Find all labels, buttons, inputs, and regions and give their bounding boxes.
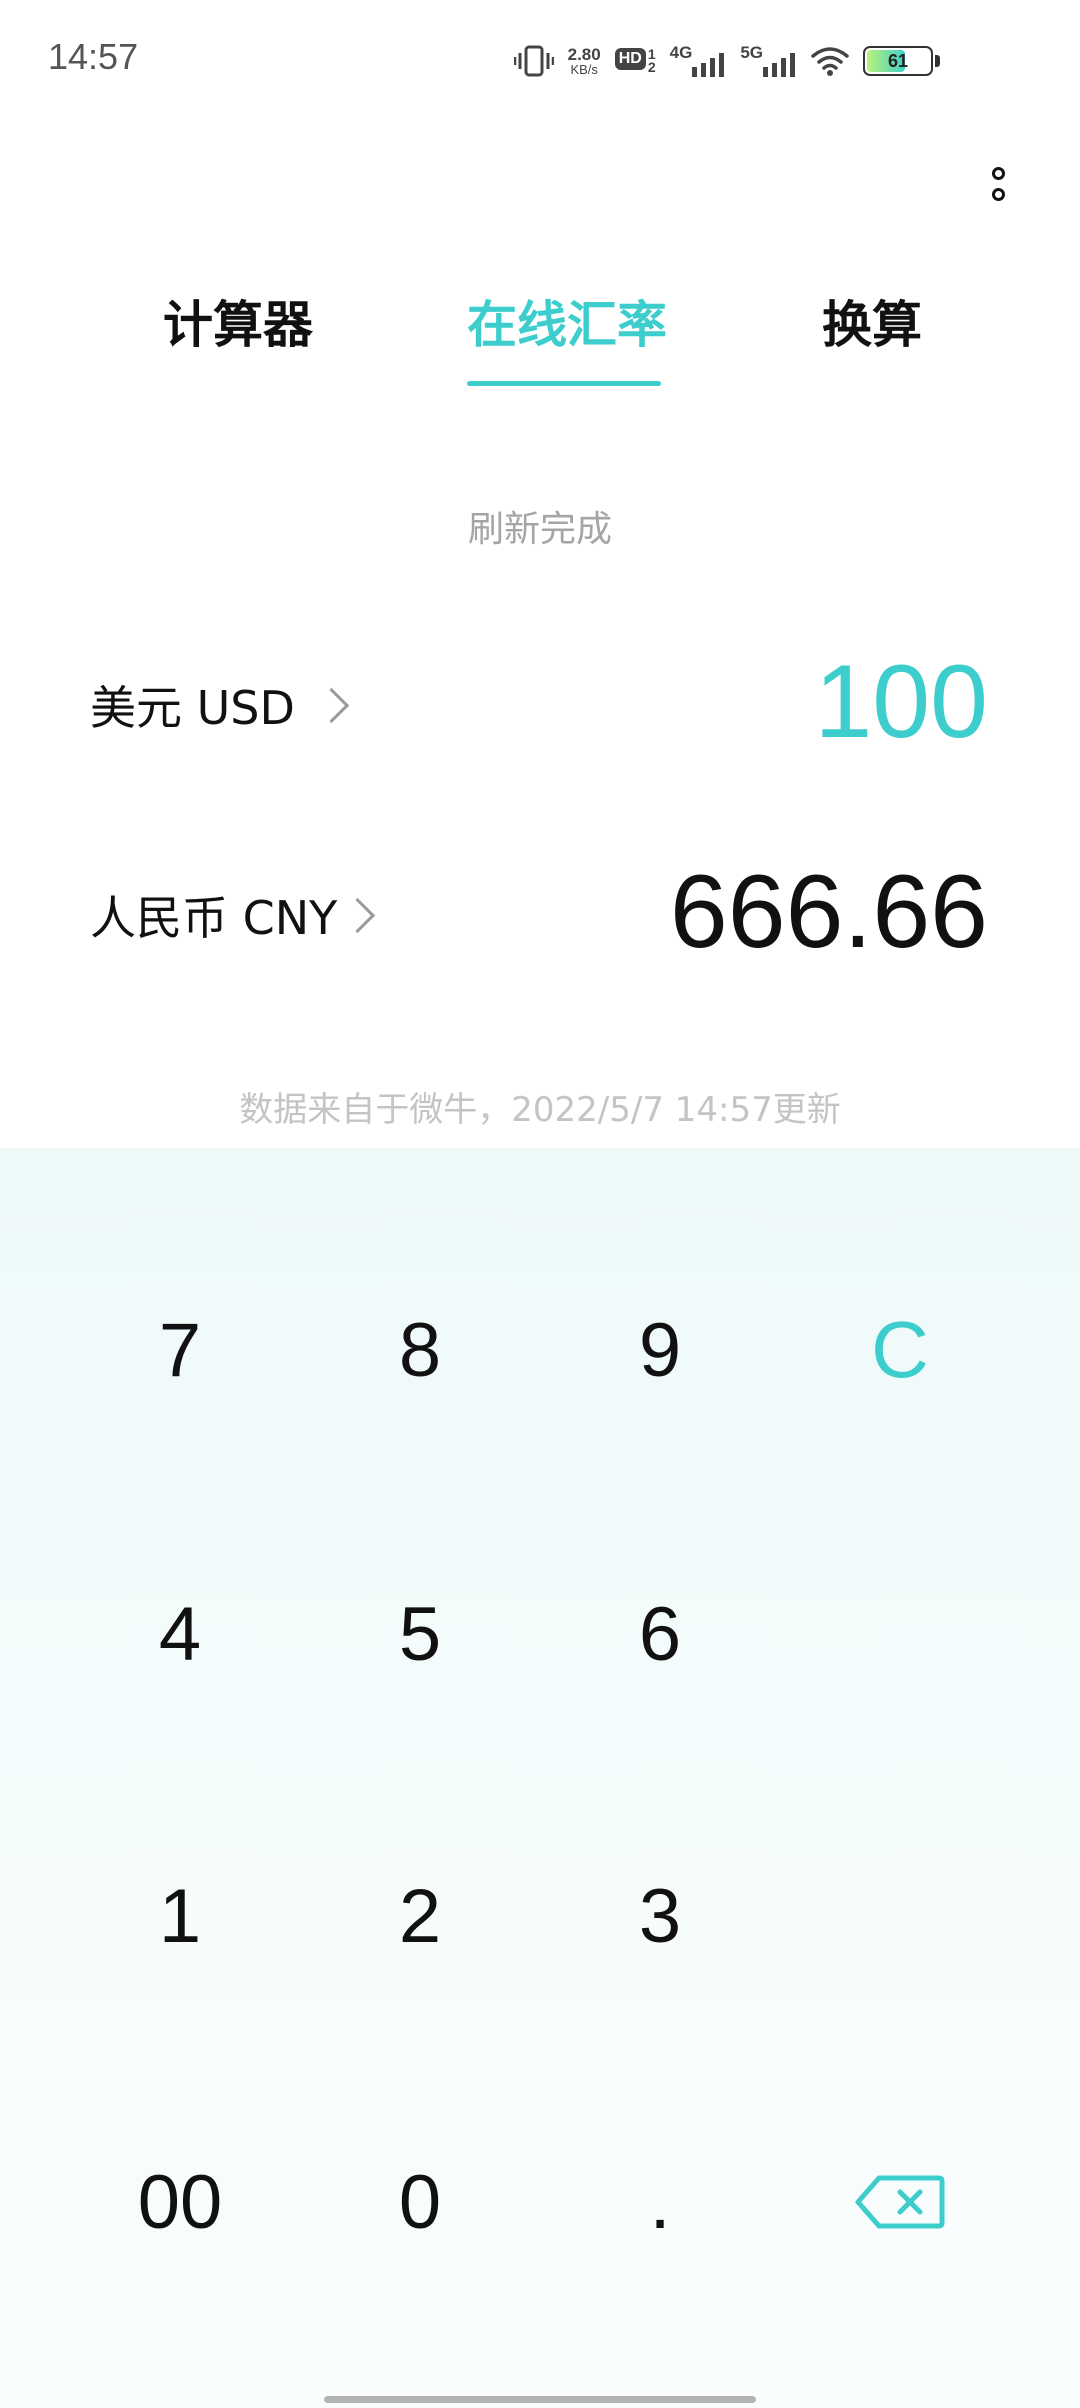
keypad: 7 8 9 C 4 5 6 1 2 3 00 0 . bbox=[0, 1148, 1080, 2408]
tab-calculator[interactable]: 计算器 bbox=[163, 285, 313, 357]
more-options-button[interactable] bbox=[978, 156, 1018, 212]
key-00[interactable]: 00 bbox=[60, 2102, 300, 2302]
wifi-icon bbox=[811, 47, 849, 76]
from-currency-label: 美元 USD bbox=[90, 681, 295, 735]
key-decimal[interactable]: . bbox=[540, 2102, 780, 2302]
signal-5g: 5G bbox=[740, 43, 797, 79]
hd-sim-indicator: HD 1 2 bbox=[614, 47, 656, 75]
to-amount[interactable]: 666.66 bbox=[670, 860, 988, 964]
key-1[interactable]: 1 bbox=[60, 1816, 300, 2016]
network-speed-unit: KB/s bbox=[570, 62, 598, 77]
key-6[interactable]: 6 bbox=[540, 1534, 780, 1734]
home-indicator[interactable] bbox=[324, 2396, 756, 2403]
network-speed: 2.80 KB/s bbox=[568, 46, 601, 76]
status-bar: 14:57 2.80 KB/s HD 1 2 4G 5G 61 bbox=[0, 0, 1080, 120]
chevron-right-icon bbox=[340, 897, 376, 933]
more-dot-icon bbox=[991, 188, 1005, 201]
from-amount[interactable]: 100 bbox=[814, 650, 988, 754]
key-9[interactable]: 9 bbox=[540, 1250, 780, 1450]
to-currency-selector[interactable]: 人民币 CNY bbox=[90, 882, 376, 948]
active-tab-indicator bbox=[467, 381, 661, 386]
key-4[interactable]: 4 bbox=[60, 1534, 300, 1734]
battery-tip bbox=[935, 55, 940, 67]
network-speed-value: 2.80 bbox=[567, 45, 601, 64]
to-currency-label: 人民币 CNY bbox=[90, 891, 338, 945]
key-7[interactable]: 7 bbox=[60, 1250, 300, 1450]
key-5[interactable]: 5 bbox=[300, 1534, 540, 1734]
signal-bars-icon bbox=[763, 53, 795, 77]
backspace-button[interactable] bbox=[780, 2102, 1020, 2302]
refresh-status: 刷新完成 bbox=[467, 509, 612, 550]
tab-conversion[interactable]: 换算 bbox=[822, 285, 922, 357]
chevron-right-icon bbox=[313, 687, 350, 723]
from-currency-selector[interactable]: 美元 USD bbox=[90, 672, 350, 738]
vibrate-icon bbox=[513, 45, 554, 77]
status-icons: 2.80 KB/s HD 1 2 4G 5G 61 bbox=[513, 36, 940, 86]
battery-icon: 61 bbox=[863, 46, 933, 76]
key-0[interactable]: 0 bbox=[300, 2102, 540, 2302]
clear-button[interactable]: C bbox=[780, 1250, 1020, 1450]
sim2-label: 2 bbox=[647, 59, 656, 75]
battery-indicator: 61 bbox=[863, 46, 940, 76]
key-8[interactable]: 8 bbox=[300, 1250, 540, 1450]
tab-online-exchange-rate[interactable]: 在线汇率 bbox=[467, 285, 667, 357]
battery-level: 61 bbox=[887, 50, 909, 71]
key-3[interactable]: 3 bbox=[540, 1816, 780, 2016]
network-5g-label: 5G bbox=[740, 43, 763, 62]
status-time: 14:57 bbox=[48, 36, 139, 77]
data-source-note: 数据来自于微牛，2022/5/7 14:57更新 bbox=[239, 1090, 841, 1130]
key-2[interactable]: 2 bbox=[300, 1816, 540, 2016]
more-dot-icon bbox=[991, 167, 1005, 180]
hd-badge: HD bbox=[614, 47, 646, 70]
signal-bars-icon bbox=[692, 53, 725, 77]
signal-4g: 4G bbox=[670, 43, 727, 79]
backspace-icon bbox=[855, 2175, 945, 2229]
network-4g-label: 4G bbox=[669, 43, 693, 62]
